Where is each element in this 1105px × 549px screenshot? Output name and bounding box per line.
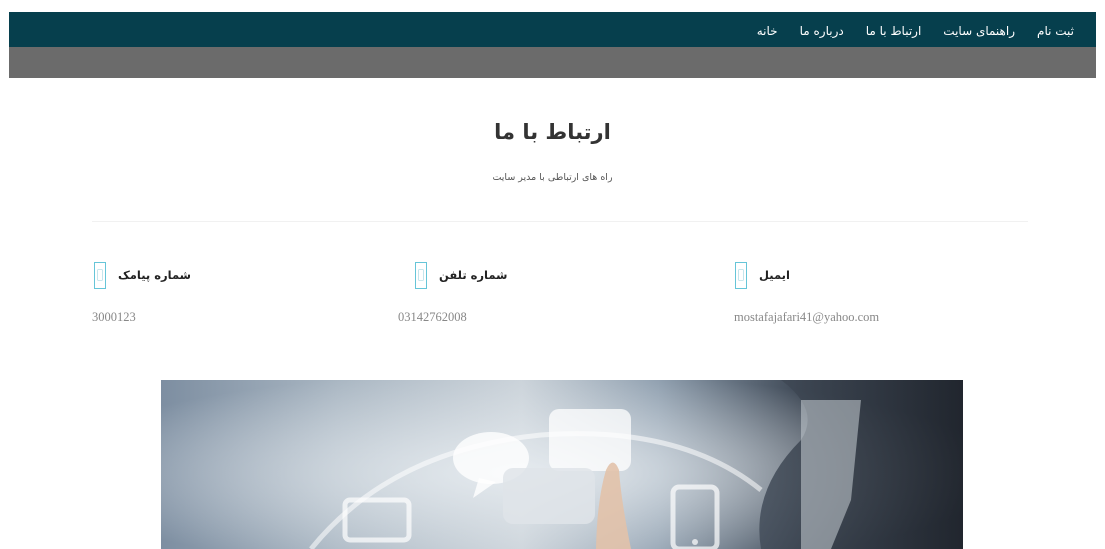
navbar: خانه درباره ما ارتباط با ما راهنمای سایت… — [9, 12, 1096, 47]
hero-illustration — [161, 380, 963, 549]
hero-image — [161, 380, 963, 549]
sms-icon — [94, 261, 106, 289]
page-title: ارتباط با ما — [494, 120, 611, 144]
contact-email: ایمیل mostafajafari41@yahoo.com — [734, 261, 975, 341]
nav-contact[interactable]: ارتباط با ما — [866, 24, 922, 38]
email-value: mostafajafari41@yahoo.com — [734, 310, 880, 324]
page-subtitle: راه های ارتباطی با مدیر سایت — [492, 172, 613, 183]
nav-about[interactable]: درباره ما — [800, 24, 844, 38]
sms-label: شماره پیامک — [118, 268, 191, 282]
phone-icon — [415, 261, 427, 289]
email-icon — [735, 261, 747, 289]
nav-register[interactable]: ثبت نام — [1037, 24, 1074, 38]
header-bar: خانه درباره ما ارتباط با ما راهنمای سایت… — [9, 12, 1096, 78]
phone-value: 03142762008 — [398, 310, 467, 324]
contact-phone: شماره تلفن 03142762008 — [398, 261, 655, 341]
contact-sms: شماره پیامک 3000123 — [92, 261, 334, 341]
nav-guide[interactable]: راهنمای سایت — [943, 24, 1015, 38]
email-label: ایمیل — [759, 268, 790, 282]
divider — [92, 221, 1028, 222]
nav-menu: خانه درباره ما ارتباط با ما راهنمای سایت… — [757, 24, 1074, 38]
nav-home[interactable]: خانه — [757, 24, 778, 38]
sms-value: 3000123 — [92, 310, 136, 324]
phone-label: شماره تلفن — [439, 268, 508, 282]
